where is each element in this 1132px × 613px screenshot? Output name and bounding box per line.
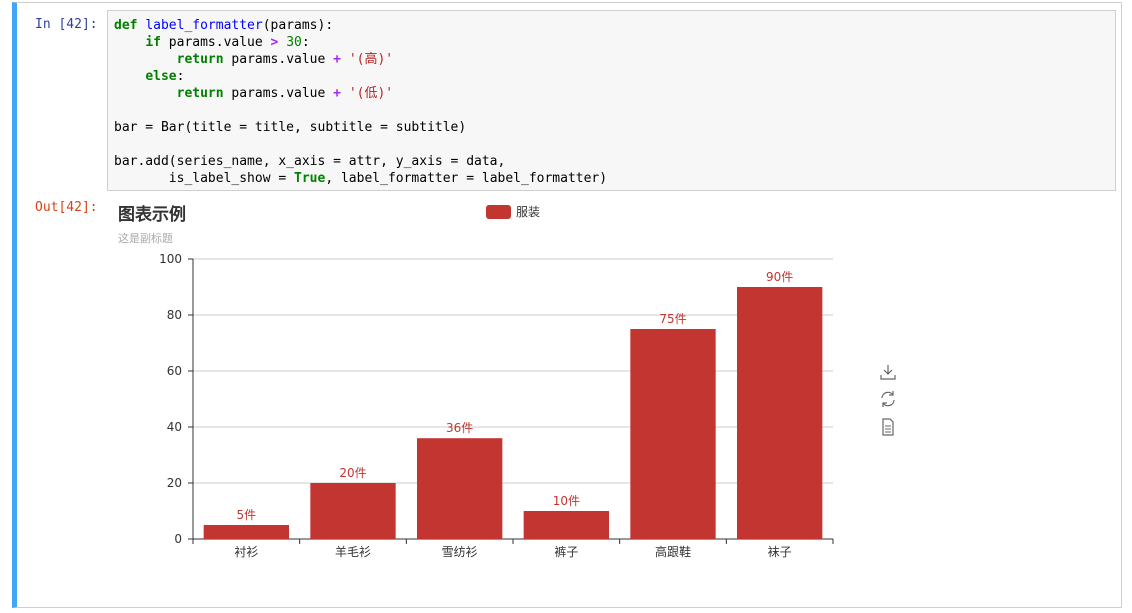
data-view-icon[interactable] [878, 417, 898, 437]
x-tick-label: 雪纺衫 [442, 545, 478, 559]
y-tick-label: 20 [167, 476, 182, 490]
data-label: 20件 [339, 466, 366, 480]
refresh-icon[interactable] [878, 389, 898, 409]
y-tick-label: 100 [159, 252, 182, 266]
bar [523, 511, 609, 539]
bar [737, 287, 823, 539]
y-tick-label: 80 [167, 308, 182, 322]
data-label: 36件 [446, 421, 473, 435]
bar [310, 483, 396, 539]
x-tick-label: 衬衫 [234, 545, 258, 559]
x-tick-label: 羊毛衫 [335, 544, 371, 559]
data-label: 5件 [237, 508, 257, 522]
bar-chart: 0 20 40 60 80 100 5件衬衫 20件羊毛衫 36件雪纺衫 10件裤子 75件高跟鞋 9… [159, 252, 834, 559]
bar [417, 438, 503, 539]
x-tick-label: 袜子 [768, 545, 792, 559]
x-tick-label: 高跟鞋 [655, 544, 691, 559]
data-label: 90件 [766, 270, 793, 284]
data-label: 10件 [553, 494, 580, 508]
download-icon[interactable] [878, 362, 898, 382]
data-label: 75件 [659, 312, 686, 326]
bar [203, 525, 289, 539]
y-tick-label: 60 [167, 364, 182, 378]
y-tick-label: 0 [174, 532, 182, 546]
y-tick-label: 40 [167, 420, 182, 434]
bar [630, 329, 716, 539]
x-tick-label: 裤子 [554, 545, 578, 559]
